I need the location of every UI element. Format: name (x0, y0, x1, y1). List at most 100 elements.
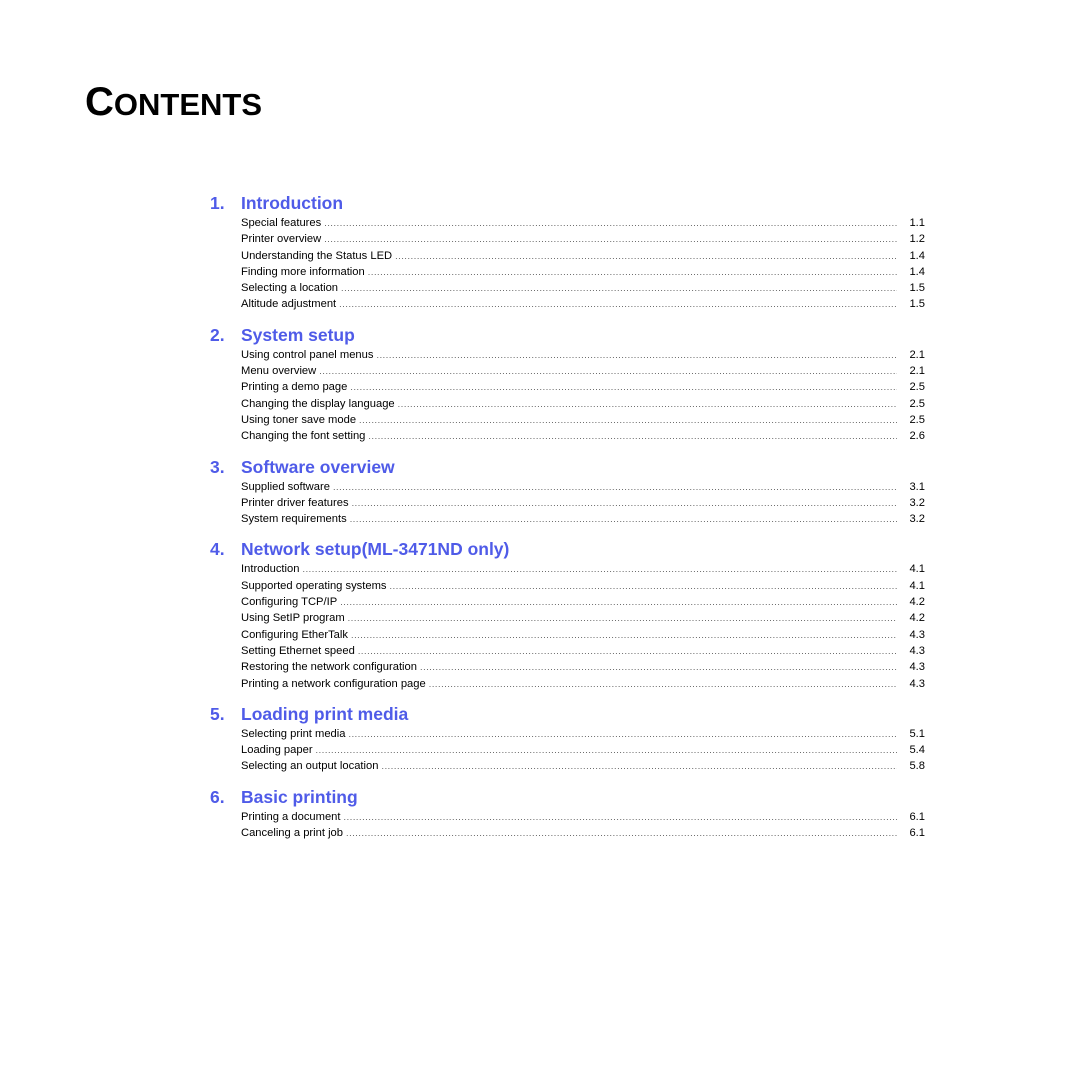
section-title: Network setup(ML-3471ND only) (241, 539, 510, 560)
dot-leader (319, 363, 897, 379)
toc-entry[interactable]: System requirements 3.2 (241, 511, 925, 527)
toc-entry-label: Finding more information (241, 265, 365, 278)
toc-entry[interactable]: Canceling a print job 6.1 (241, 825, 925, 841)
toc-entry-page: 1.5 (909, 282, 925, 295)
toc-entry-page: 4.3 (909, 677, 925, 690)
toc-entry[interactable]: Changing the font setting 2.6 (241, 428, 925, 444)
dot-leader (346, 825, 897, 841)
dot-leader (302, 561, 897, 577)
section-number: 1. (210, 193, 225, 213)
section-number: 4. (210, 539, 225, 560)
toc-entry-label: Understanding the Status LED (241, 249, 393, 262)
toc-entry[interactable]: Printing a document 6.1 (241, 809, 925, 825)
toc-entry[interactable]: Using control panel menus 2.1 (241, 347, 925, 363)
page-title: CONTENTS (85, 78, 262, 129)
section-heading[interactable]: 2. System setup (210, 324, 925, 347)
toc-entry[interactable]: Supplied software 3.1 (241, 479, 925, 495)
toc-entry-label: Special features (241, 217, 322, 229)
toc-entry[interactable]: Using SetIP program 4.2 (241, 610, 925, 626)
table-of-contents: 1. Introduction Special features 1.1 Pri… (210, 192, 925, 852)
toc-entry[interactable]: Printer overview 1.2 (241, 231, 925, 247)
dot-leader (333, 479, 897, 495)
dot-leader (429, 676, 897, 692)
dot-leader (368, 428, 897, 444)
toc-entry-label: Printer overview (241, 233, 322, 246)
toc-entry-page: 3.2 (909, 513, 925, 526)
toc-entry-label: Introduction (241, 563, 300, 576)
section-heading[interactable]: 3. Software overview (210, 456, 925, 479)
section-heading[interactable]: 4. Network setup(ML-3471ND only) (210, 538, 925, 561)
toc-entry[interactable]: Restoring the network configuration 4.3 (241, 659, 925, 675)
dot-leader (359, 412, 897, 428)
toc-entry-page: 4.3 (909, 661, 925, 674)
section-entries: Introduction 4.1 Supported operating sys… (241, 561, 925, 691)
dot-leader (398, 396, 897, 412)
section-heading[interactable]: 1. Introduction (210, 192, 925, 215)
section-heading[interactable]: 5. Loading print media (210, 703, 925, 726)
toc-entry[interactable]: Finding more information 1.4 (241, 264, 925, 280)
toc-entry-page: 2.6 (909, 430, 925, 443)
toc-entry[interactable]: Printing a demo page 2.5 (241, 379, 925, 395)
toc-entry-label: Altitude adjustment (241, 298, 337, 311)
toc-entry[interactable]: Selecting an output location 5.8 (241, 758, 925, 774)
toc-entry[interactable]: Printing a network configuration page 4.… (241, 676, 925, 692)
toc-entry-label: Using SetIP program (241, 612, 345, 625)
dot-leader (390, 578, 897, 594)
dot-leader (348, 610, 897, 626)
toc-entry-page: 4.3 (909, 628, 925, 641)
toc-entry[interactable]: Selecting print media 5.1 (241, 726, 925, 742)
toc-entry-label: Configuring TCP/IP (241, 596, 338, 609)
toc-section: 5. Loading print media Selecting print m… (210, 703, 925, 775)
section-number: 2. (210, 324, 225, 345)
toc-entry[interactable]: Configuring EtherTalk 4.3 (241, 627, 925, 643)
toc-entry-page: 4.2 (909, 596, 925, 609)
toc-entry[interactable]: Printer driver features 3.2 (241, 495, 925, 511)
toc-entry-label: Selecting print media (241, 727, 346, 740)
toc-entry[interactable]: Using toner save mode 2.5 (241, 412, 925, 428)
toc-entry[interactable]: Changing the display language 2.5 (241, 396, 925, 412)
section-number: 5. (210, 703, 225, 724)
toc-entry-label: Loading paper (241, 744, 313, 757)
toc-entry[interactable]: Configuring TCP/IP 4.2 (241, 594, 925, 610)
section-title: Loading print media (241, 703, 409, 724)
toc-entry[interactable]: Selecting a location 1.5 (241, 280, 925, 296)
toc-section: 4. Network setup(ML-3471ND only) Introdu… (210, 538, 925, 691)
toc-entry[interactable]: Menu overview 2.1 (241, 363, 925, 379)
section-entries: Supplied software 3.1 Printer driver fea… (241, 479, 925, 528)
toc-entry-label: System requirements (241, 513, 347, 526)
toc-entry-page: 2.1 (909, 365, 925, 378)
toc-entry[interactable]: Introduction 4.1 (241, 561, 925, 577)
toc-entry[interactable]: Loading paper 5.4 (241, 742, 925, 758)
toc-entry[interactable]: Supported operating systems 4.1 (241, 578, 925, 594)
dot-leader (420, 659, 897, 675)
section-number: 3. (210, 456, 225, 477)
dot-leader (340, 594, 897, 610)
toc-entry-page: 4.3 (909, 644, 925, 657)
toc-section: 2. System setup Using control panel menu… (210, 324, 925, 445)
toc-entry-page: 5.4 (909, 744, 925, 757)
toc-entry[interactable]: Understanding the Status LED 1.4 (241, 248, 925, 264)
page-title-initial: C (85, 80, 114, 124)
section-entries: Special features 1.1 Printer overview 1.… (241, 215, 925, 313)
toc-entry-label: Selecting an output location (241, 760, 379, 773)
section-title: Software overview (241, 456, 395, 477)
toc-entry-page: 3.2 (909, 496, 925, 509)
toc-entry-label: Menu overview (241, 365, 317, 378)
toc-entry-label: Canceling a print job (241, 827, 343, 840)
toc-entry[interactable]: Special features 1.1 (241, 215, 925, 231)
toc-entry-label: Printer driver features (241, 496, 349, 509)
toc-entry[interactable]: Setting Ethernet speed 4.3 (241, 643, 925, 659)
dot-leader (344, 809, 897, 825)
toc-entry-label: Restoring the network configuration (241, 661, 417, 674)
toc-entry-label: Using toner save mode (241, 413, 357, 426)
dot-leader (376, 347, 897, 363)
section-heading[interactable]: 6. Basic printing (210, 786, 925, 809)
dot-leader (368, 264, 897, 280)
toc-entry-label: Printing a network configuration page (241, 677, 426, 690)
section-entries: Using control panel menus 2.1 Menu overv… (241, 347, 925, 445)
dot-leader (348, 726, 897, 742)
toc-entry-label: Supplied software (241, 480, 330, 493)
toc-entry[interactable]: Altitude adjustment 1.5 (241, 296, 925, 312)
toc-entry-label: Printing a demo page (241, 381, 348, 394)
toc-entry-page: 3.1 (909, 480, 925, 493)
